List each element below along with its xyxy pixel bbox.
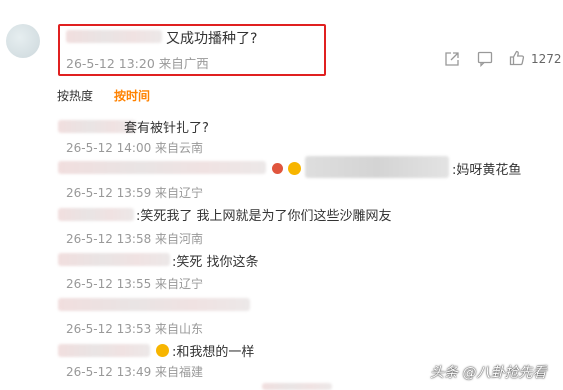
- top-comment-text: 又成功播种了?: [166, 31, 258, 47]
- reply-meta: 26-5-12 13:59 来自辽宁: [66, 186, 204, 200]
- reply-text: 套有被针扎了?: [124, 121, 209, 136]
- avatar[interactable]: [6, 24, 40, 58]
- reply-username-blurred[interactable]: [58, 161, 266, 174]
- crown-icon: [156, 344, 169, 357]
- reply-username-blurred[interactable]: [58, 298, 250, 311]
- reply-text: :笑死 找你这条: [172, 255, 259, 270]
- like-count: 1272: [531, 52, 562, 66]
- reply-text: :和我想的一样: [172, 345, 255, 360]
- reply-meta: 26-5-12 13:55 来自辽宁: [66, 277, 204, 291]
- like-icon[interactable]: [509, 50, 525, 66]
- reply-text: :妈呀黄花鱼: [452, 163, 522, 178]
- sticker-icon: [272, 163, 283, 174]
- share-icon[interactable]: [444, 51, 460, 67]
- reply-meta: 26-5-12 13:58 来自河南: [66, 232, 204, 246]
- watermark: 头条 @八卦抢先看: [430, 365, 547, 381]
- crown-icon: [288, 162, 301, 175]
- reply-username-blurred[interactable]: [58, 208, 134, 221]
- reply-meta: 26-5-12 13:49 来自福建: [66, 365, 204, 379]
- top-comment-meta: 26-5-12 13:20 来自广西: [66, 56, 209, 71]
- reply-meta: 26-5-12 14:00 来自云南: [66, 141, 204, 155]
- tab-sort-by-time[interactable]: 按时间: [114, 87, 150, 104]
- reply-username-blurred[interactable]: [262, 383, 332, 390]
- reply-username-blurred[interactable]: [58, 344, 150, 357]
- reply-text: :笑死我了 我上网就是为了你们这些沙雕网友: [136, 209, 392, 224]
- tab-sort-by-heat[interactable]: 按热度: [57, 87, 93, 104]
- reply-username-blurred[interactable]: [58, 253, 170, 266]
- username-blurred[interactable]: [66, 30, 162, 43]
- reply-username-blurred[interactable]: [305, 156, 449, 178]
- comment-icon[interactable]: [477, 51, 493, 68]
- reply-meta: 26-5-12 13:53 来自山东: [66, 322, 204, 336]
